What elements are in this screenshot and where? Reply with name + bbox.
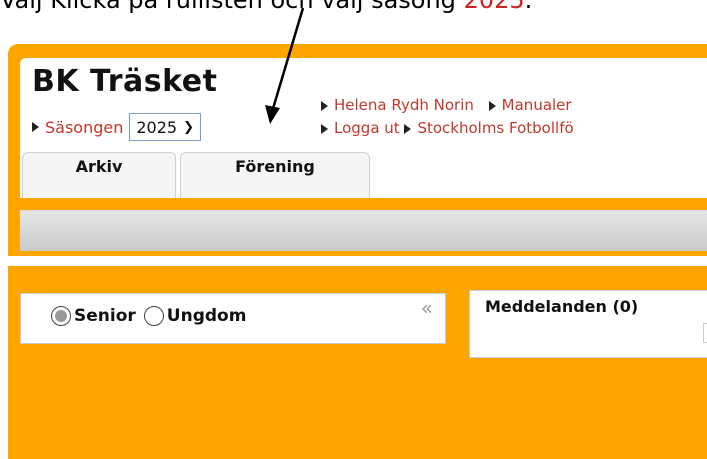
triangle-bullet-icon xyxy=(488,100,496,111)
logout-link[interactable]: Logga ut xyxy=(334,119,400,137)
caption-text: Välj Klicka på rullisten och välj säsong xyxy=(0,0,456,14)
triangle-bullet-icon xyxy=(404,123,412,134)
category-filter: Senior Ungdom « xyxy=(20,293,446,344)
triangle-bullet-icon xyxy=(321,100,328,111)
submenu-bar xyxy=(20,210,707,251)
tab-label: Arkiv xyxy=(75,157,123,176)
season-select[interactable]: 2025 ❯ xyxy=(129,113,201,141)
tab-forening[interactable]: Förening xyxy=(180,152,370,198)
ungdom-label: Ungdom xyxy=(166,306,247,326)
ungdom-radio[interactable] xyxy=(143,306,164,326)
collapse-panel-icon[interactable]: « xyxy=(421,296,433,320)
tab-label: Förening xyxy=(235,157,315,176)
category-radio-group: Senior Ungdom xyxy=(51,306,254,326)
season-selector-row: Säsongen 2025 ❯ xyxy=(32,113,201,141)
main-tabs: Arkiv Förening xyxy=(22,152,374,198)
triangle-bullet-icon xyxy=(32,122,39,132)
manuals-link[interactable]: Manualer xyxy=(502,96,572,114)
caption-year: 2025 xyxy=(463,0,525,14)
club-name: BK Träsket xyxy=(32,64,218,99)
instruction-caption: Välj Klicka på rullisten och välj säsong… xyxy=(0,0,707,26)
senior-label: Senior xyxy=(74,306,136,326)
tab-arkiv[interactable]: Arkiv xyxy=(22,152,176,198)
messages-title[interactable]: Meddelanden (0) xyxy=(485,297,638,316)
messages-panel: Meddelanden (0) xyxy=(469,290,707,358)
user-link[interactable]: Helena Rydh Norin xyxy=(334,96,474,114)
federation-link[interactable]: Stockholms Fotbollfö xyxy=(417,119,573,137)
chevron-down-icon: ❯ xyxy=(183,119,194,135)
messages-list xyxy=(703,323,707,343)
caption-end: . xyxy=(524,0,533,14)
triangle-bullet-icon xyxy=(321,123,328,134)
header-links: Helena Rydh Norin Manualer Logga ut Stoc… xyxy=(321,94,574,140)
season-label: Säsongen xyxy=(45,117,124,137)
senior-radio[interactable] xyxy=(51,306,71,326)
season-value: 2025 xyxy=(136,117,178,137)
